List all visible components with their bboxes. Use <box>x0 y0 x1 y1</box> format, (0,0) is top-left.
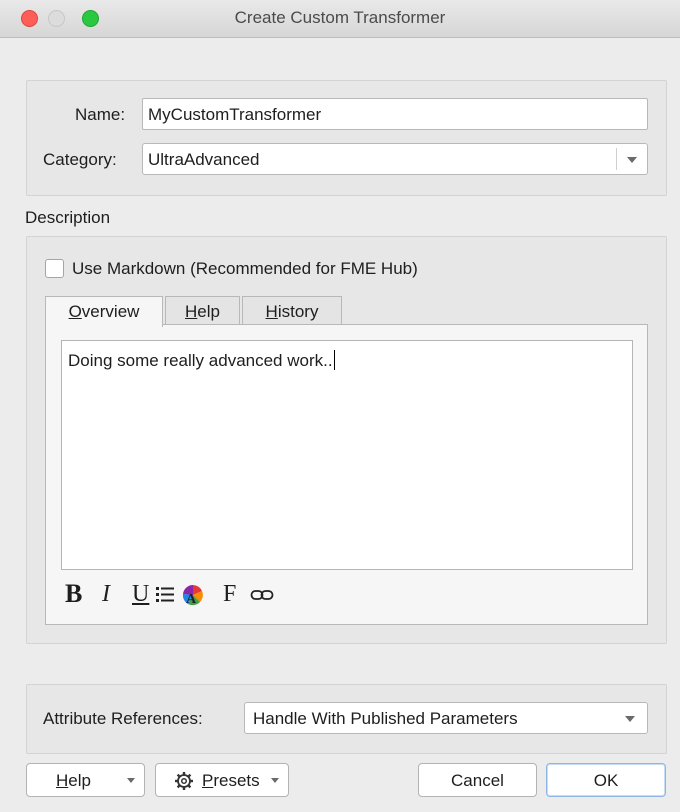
link-icon[interactable] <box>250 587 274 601</box>
color-palette-icon[interactable]: A <box>181 583 205 607</box>
list-icon[interactable] <box>155 585 175 603</box>
tab-overview-mnemonic: O <box>68 302 82 321</box>
help-button-mnemonic: H <box>56 771 69 790</box>
presets-button-label: resets <box>213 771 260 790</box>
tab-history[interactable]: History <box>242 296 342 326</box>
attribute-references-combobox[interactable]: Handle With Published Parameters <box>244 702 648 734</box>
cancel-button[interactable]: Cancel <box>418 763 537 797</box>
font-button[interactable]: F <box>223 581 236 608</box>
tab-overview-label: verview <box>81 302 140 321</box>
category-value: UltraAdvanced <box>148 150 260 169</box>
underline-button[interactable]: U <box>132 581 149 608</box>
use-markdown-checkbox[interactable] <box>45 259 64 278</box>
combo-separator <box>616 148 617 170</box>
tab-history-mnemonic: H <box>265 302 278 321</box>
bold-button[interactable]: B <box>65 579 82 609</box>
dialog-window: Create Custom Transformer Name: MyCustom… <box>0 0 680 812</box>
chevron-down-icon[interactable] <box>271 778 279 783</box>
title-bar[interactable]: Create Custom Transformer <box>0 0 680 38</box>
tab-help-label: elp <box>197 302 220 321</box>
tab-help[interactable]: Help <box>165 296 240 326</box>
window-title: Create Custom Transformer <box>234 8 446 27</box>
text-cursor <box>333 350 335 370</box>
italic-button[interactable]: I <box>102 581 110 608</box>
chevron-down-icon[interactable] <box>625 716 635 722</box>
category-label: Category: <box>43 150 117 169</box>
presets-button-mnemonic: P <box>202 771 214 790</box>
presets-button[interactable]: Presets <box>155 763 289 797</box>
svg-text:A: A <box>186 592 197 607</box>
tab-history-label: istory <box>277 302 319 321</box>
name-field-value: MyCustomTransformer <box>148 105 322 124</box>
chevron-down-icon[interactable] <box>627 157 637 163</box>
chevron-down-icon[interactable] <box>127 778 135 783</box>
description-editor-text[interactable]: Doing some really advanced work.. <box>68 350 335 371</box>
help-button-label: elp <box>68 771 91 790</box>
help-button[interactable]: Help <box>26 763 145 797</box>
description-editor[interactable]: Doing some really advanced work.. <box>61 340 633 570</box>
attribute-references-value: Handle With Published Parameters <box>253 709 518 728</box>
name-field[interactable]: MyCustomTransformer <box>142 98 648 130</box>
gear-icon <box>174 771 194 791</box>
ok-button[interactable]: OK <box>546 763 666 797</box>
name-label: Name: <box>75 105 126 124</box>
description-label: Description <box>25 208 111 227</box>
overview-tab-pane: Doing some really advanced work.. B I U … <box>45 324 648 625</box>
category-combobox[interactable]: UltraAdvanced <box>142 143 648 175</box>
tab-overview[interactable]: Overview <box>45 296 163 327</box>
use-markdown-label[interactable]: Use Markdown (Recommended for FME Hub) <box>72 259 418 279</box>
attribute-references-label: Attribute References: <box>43 709 203 728</box>
tab-help-mnemonic: H <box>185 302 198 321</box>
